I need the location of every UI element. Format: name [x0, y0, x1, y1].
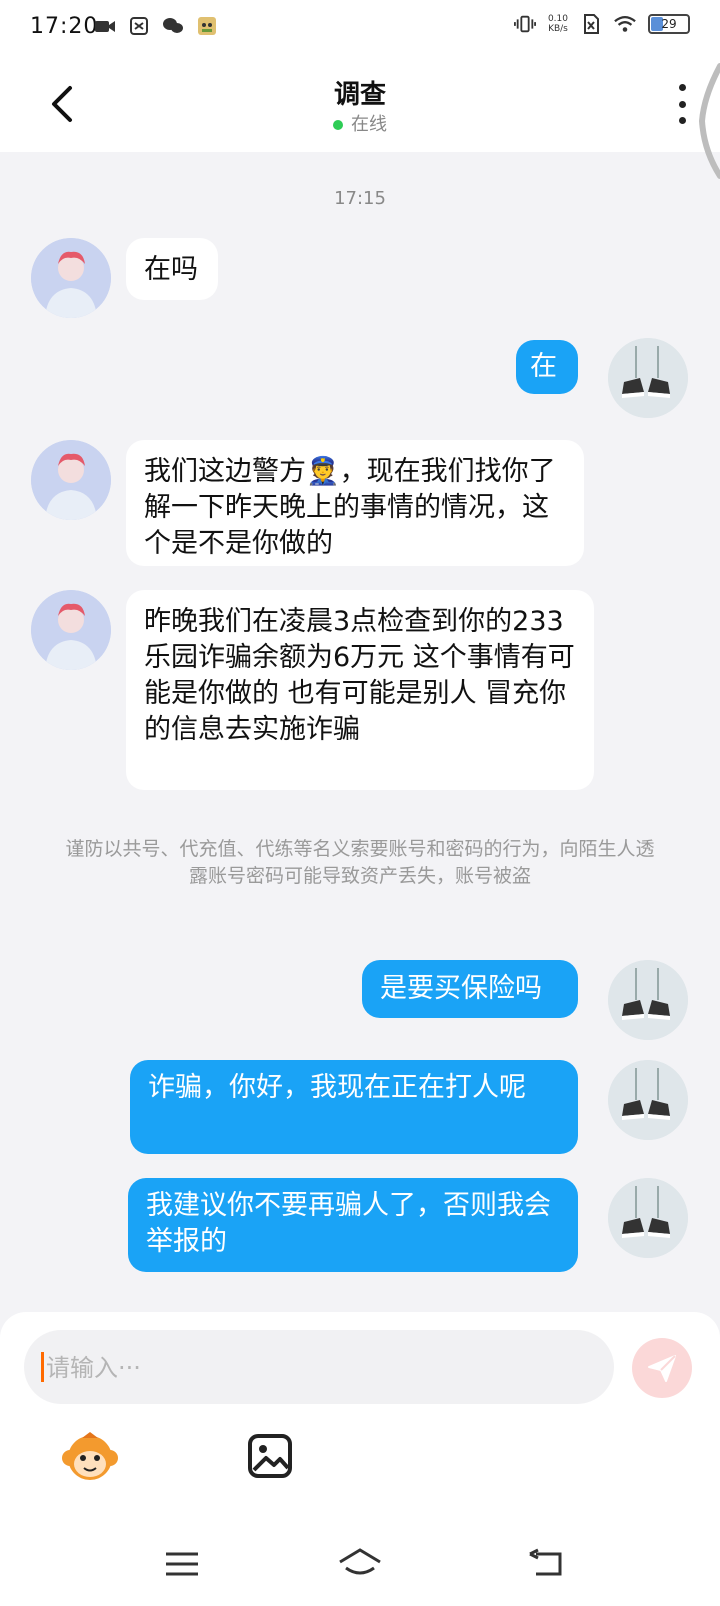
status-bar: 17:20 0.10 KB/s 29 — [0, 0, 720, 56]
notification-icons — [94, 16, 218, 36]
nav-menu-button[interactable] — [160, 1546, 204, 1582]
image-button[interactable] — [246, 1432, 294, 1480]
system-nav-bar — [0, 1526, 720, 1606]
contact-avatar[interactable] — [31, 238, 111, 318]
message-input[interactable] — [44, 1330, 608, 1406]
outgoing-message[interactable]: 在 — [516, 340, 578, 394]
vibrate-icon — [513, 14, 536, 34]
emoji-button[interactable] — [60, 1428, 120, 1488]
app-notification-icon — [128, 16, 150, 36]
contact-avatar[interactable] — [31, 590, 111, 670]
nav-home-button[interactable] — [336, 1546, 381, 1582]
back-arrow-icon — [529, 1548, 562, 1576]
monkey-emoji-icon — [62, 1432, 118, 1480]
more-dot — [678, 117, 686, 124]
status-time: 17:20 — [30, 14, 99, 39]
incoming-message[interactable]: 在吗 — [126, 238, 218, 300]
outgoing-message[interactable]: 是要买保险吗 — [362, 960, 578, 1018]
online-status: 在线 — [0, 110, 720, 136]
chat-area[interactable]: 17:15 在吗 在 我们这边警方👮，现在我们找你了解一下昨天晚上的事情的情况，… — [0, 152, 720, 1312]
more-dot — [678, 100, 686, 108]
wifi-icon — [614, 14, 636, 34]
user-avatar[interactable] — [608, 338, 688, 418]
network-speed-value: 0.10 — [547, 14, 568, 24]
more-vertical-icon — [678, 84, 686, 91]
no-sim-icon — [580, 14, 602, 34]
home-icon — [339, 1548, 381, 1575]
user-avatar[interactable] — [608, 1060, 688, 1140]
status-right: 0.10 KB/s 29 — [513, 14, 690, 34]
security-notice: 谨防以共号、代充值、代练等名义索要账号和密码的行为，向陌生人透露账号密码可能导致… — [65, 838, 655, 887]
chat-header: 调查 在线 — [0, 56, 720, 152]
online-status-text: 在线 — [351, 114, 387, 135]
outgoing-message[interactable]: 我建议你不要再骗人了，否则我会举报的 — [128, 1178, 578, 1272]
battery-level: 29 — [661, 17, 677, 31]
more-button[interactable] — [676, 84, 688, 124]
online-dot-icon — [333, 120, 343, 130]
network-speed-unit: KB/s — [548, 24, 568, 34]
incoming-message[interactable]: 昨晚我们在凌晨3点检查到你的233乐园诈骗余额为6万元 这个事情有可能是你做的 … — [126, 590, 594, 790]
wechat-icon — [162, 16, 184, 36]
image-icon — [248, 1434, 292, 1478]
network-speed: 0.10 KB/s — [548, 14, 568, 34]
incoming-message[interactable]: 我们这边警方👮，现在我们找你了解一下昨天晚上的事情的情况，这个是不是你做的 — [126, 440, 584, 566]
chat-title: 调查 — [333, 80, 386, 110]
message-input-container[interactable] — [24, 1330, 614, 1406]
user-avatar[interactable] — [608, 960, 688, 1040]
send-icon — [648, 1355, 676, 1382]
send-button[interactable] — [632, 1338, 692, 1398]
video-camera-icon — [94, 16, 116, 36]
message-timestamp: 17:15 — [334, 188, 386, 209]
outgoing-message[interactable]: 诈骗，你好，我现在正在打人呢 — [130, 1060, 578, 1154]
contact-avatar[interactable] — [31, 440, 111, 520]
user-avatar[interactable] — [608, 1178, 688, 1258]
nav-back-button[interactable] — [526, 1546, 570, 1582]
battery-indicator: 29 — [648, 14, 690, 34]
menu-icon — [166, 1552, 198, 1576]
game-app-icon — [196, 16, 218, 36]
